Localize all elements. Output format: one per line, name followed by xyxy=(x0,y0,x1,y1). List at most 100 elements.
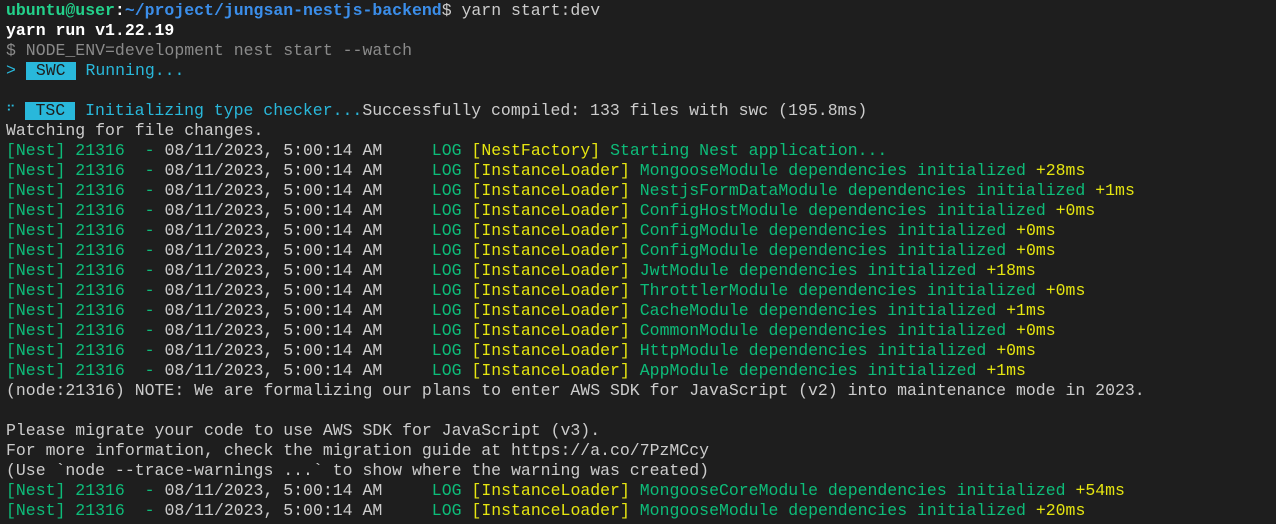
prompt-colon: : xyxy=(114,1,125,20)
log-block: [Nest] 21316 - 08/11/2023, 5:00:14 AM LO… xyxy=(0,481,1276,521)
swc-line: > SWC Running... xyxy=(0,61,1276,81)
warning-line xyxy=(0,401,1276,421)
log-prefix: [Nest] 21316 - xyxy=(6,341,165,360)
log-level: LOG xyxy=(431,481,462,500)
tsc-line: ⠋ TSC Initializing type checker...Succes… xyxy=(0,101,1276,121)
log-timestamp: 08/11/2023, 5:00:14 AM xyxy=(164,261,383,280)
tsc-compiled: Successfully compiled: 133 files with sw… xyxy=(362,101,868,120)
log-context: [NestFactory] xyxy=(471,141,601,160)
log-duration: +0ms xyxy=(1016,221,1056,240)
log-context: [InstanceLoader] xyxy=(471,281,630,300)
log-context: [InstanceLoader] xyxy=(471,361,630,380)
log-message: ConfigModule dependencies initialized xyxy=(639,241,1007,260)
log-prefix: [Nest] 21316 - xyxy=(6,141,165,160)
log-timestamp: 08/11/2023, 5:00:14 AM xyxy=(164,481,383,500)
prompt-user-host: ubuntu@user xyxy=(6,1,115,20)
log-prefix: [Nest] 21316 - xyxy=(6,201,165,220)
log-context: [InstanceLoader] xyxy=(471,181,630,200)
log-line: [Nest] 21316 - 08/11/2023, 5:00:14 AM LO… xyxy=(0,221,1276,241)
log-context: [InstanceLoader] xyxy=(471,221,630,240)
log-line: [Nest] 21316 - 08/11/2023, 5:00:14 AM LO… xyxy=(0,501,1276,521)
log-level: LOG xyxy=(431,181,462,200)
log-timestamp: 08/11/2023, 5:00:14 AM xyxy=(164,201,383,220)
log-message: Starting Nest application... xyxy=(610,141,888,160)
log-timestamp: 08/11/2023, 5:00:14 AM xyxy=(164,181,383,200)
log-context: [InstanceLoader] xyxy=(471,501,630,520)
log-prefix: [Nest] 21316 - xyxy=(6,361,165,380)
log-timestamp: 08/11/2023, 5:00:14 AM xyxy=(164,301,383,320)
log-timestamp: 08/11/2023, 5:00:14 AM xyxy=(164,501,383,520)
prompt-path: ~/project/jungsan-nestjs-backend xyxy=(124,1,442,20)
watching-line: Watching for file changes. xyxy=(6,121,264,140)
log-level: LOG xyxy=(431,141,462,160)
log-line: [Nest] 21316 - 08/11/2023, 5:00:14 AM LO… xyxy=(0,161,1276,181)
log-line: [Nest] 21316 - 08/11/2023, 5:00:14 AM LO… xyxy=(0,241,1276,261)
log-line: [Nest] 21316 - 08/11/2023, 5:00:14 AM LO… xyxy=(0,201,1276,221)
log-context: [InstanceLoader] xyxy=(471,261,630,280)
prompt-command: yarn start:dev xyxy=(451,1,601,20)
log-duration: +0ms xyxy=(1016,241,1056,260)
log-timestamp: 08/11/2023, 5:00:14 AM xyxy=(164,361,383,380)
log-duration: +1ms xyxy=(1006,301,1046,320)
warning-block: (node:21316) NOTE: We are formalizing ou… xyxy=(0,381,1276,481)
tsc-badge: TSC xyxy=(25,102,76,120)
log-message: ConfigHostModule dependencies initialize… xyxy=(639,201,1046,220)
log-duration: +0ms xyxy=(1016,321,1056,340)
log-message: NestjsFormDataModule dependencies initia… xyxy=(639,181,1086,200)
swc-status: Running... xyxy=(85,61,185,80)
log-message: MongooseCoreModule dependencies initiali… xyxy=(639,481,1066,500)
log-prefix: [Nest] 21316 - xyxy=(6,281,165,300)
log-level: LOG xyxy=(431,361,462,380)
log-context: [InstanceLoader] xyxy=(471,201,630,220)
log-prefix: [Nest] 21316 - xyxy=(6,181,165,200)
prompt-dollar: $ xyxy=(441,1,452,20)
log-context: [InstanceLoader] xyxy=(471,481,630,500)
log-prefix: [Nest] 21316 - xyxy=(6,501,165,520)
terminal-window[interactable]: ubuntu@user:~/project/jungsan-nestjs-bac… xyxy=(0,0,1276,524)
log-prefix: [Nest] 21316 - xyxy=(6,161,165,180)
log-prefix: [Nest] 21316 - xyxy=(6,241,165,260)
log-level: LOG xyxy=(431,221,462,240)
log-level: LOG xyxy=(431,261,462,280)
log-duration: +0ms xyxy=(1055,201,1096,220)
log-duration: +0ms xyxy=(996,341,1036,360)
log-line: [Nest] 21316 - 08/11/2023, 5:00:14 AM LO… xyxy=(0,261,1276,281)
warning-line: (Use `node --trace-warnings ...` to show… xyxy=(6,461,710,480)
log-context: [InstanceLoader] xyxy=(471,341,630,360)
warning-line: Please migrate your code to use AWS SDK … xyxy=(6,421,601,440)
log-timestamp: 08/11/2023, 5:00:14 AM xyxy=(164,281,383,300)
log-level: LOG xyxy=(431,301,462,320)
log-line: [Nest] 21316 - 08/11/2023, 5:00:14 AM LO… xyxy=(0,181,1276,201)
log-context: [InstanceLoader] xyxy=(471,161,630,180)
log-timestamp: 08/11/2023, 5:00:14 AM xyxy=(164,321,383,340)
log-block: [Nest] 21316 - 08/11/2023, 5:00:14 AM LO… xyxy=(0,141,1276,381)
warning-line: For more information, check the migratio… xyxy=(6,441,710,460)
log-message: ThrottlerModule dependencies initialized xyxy=(639,281,1036,300)
log-prefix: [Nest] 21316 - xyxy=(6,221,165,240)
log-duration: +1ms xyxy=(986,361,1026,380)
node-env-line: $ NODE_ENV=development nest start --watc… xyxy=(6,41,412,60)
log-timestamp: 08/11/2023, 5:00:14 AM xyxy=(164,241,383,260)
log-prefix: [Nest] 21316 - xyxy=(6,301,165,320)
log-timestamp: 08/11/2023, 5:00:14 AM xyxy=(164,221,383,240)
log-line: [Nest] 21316 - 08/11/2023, 5:00:14 AM LO… xyxy=(0,341,1276,361)
log-line: [Nest] 21316 - 08/11/2023, 5:00:14 AM LO… xyxy=(0,321,1276,341)
log-level: LOG xyxy=(431,321,462,340)
log-level: LOG xyxy=(431,241,462,260)
log-prefix: [Nest] 21316 - xyxy=(6,481,165,500)
log-timestamp: 08/11/2023, 5:00:14 AM xyxy=(164,161,383,180)
log-duration: +0ms xyxy=(1045,281,1086,300)
log-level: LOG xyxy=(431,501,462,520)
log-prefix: [Nest] 21316 - xyxy=(6,321,165,340)
log-prefix: [Nest] 21316 - xyxy=(6,261,165,280)
yarn-version-line: yarn run v1.22.19 xyxy=(6,21,175,40)
prompt-line: ubuntu@user:~/project/jungsan-nestjs-bac… xyxy=(0,1,1276,21)
log-context: [InstanceLoader] xyxy=(471,321,630,340)
swc-arrow: > xyxy=(6,61,16,80)
log-duration: +18ms xyxy=(986,261,1036,280)
log-duration: +54ms xyxy=(1075,481,1125,500)
log-level: LOG xyxy=(431,341,462,360)
log-timestamp: 08/11/2023, 5:00:14 AM xyxy=(164,141,383,160)
log-duration: +1ms xyxy=(1095,181,1135,200)
